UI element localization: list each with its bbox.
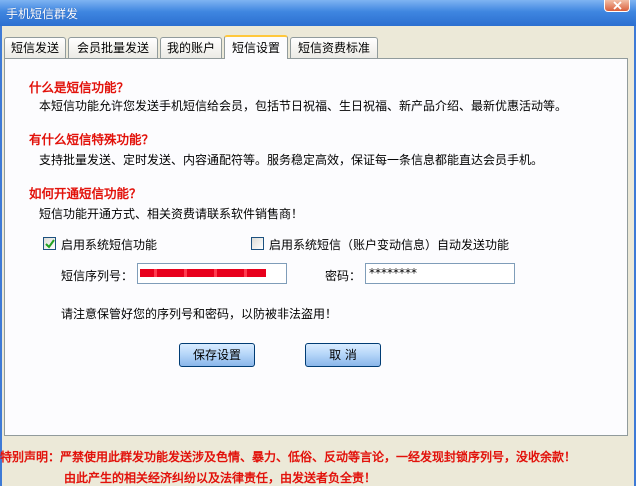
section-text-features: 支持批量发送、定时发送、内容通配符等。服务稳定高效，保证每一条信息都能直达会员手… — [39, 153, 544, 167]
serial-input[interactable] — [137, 263, 287, 284]
section-heading-features: 有什么短信特殊功能？ — [29, 132, 155, 147]
password-input[interactable]: ******** — [365, 263, 515, 284]
enable-sms-checkbox[interactable] — [43, 237, 56, 250]
section-text-how: 短信功能开通方式、相关资费请联系软件销售商！ — [39, 207, 304, 221]
tab-my-account[interactable]: 我的账户 — [160, 37, 222, 58]
save-settings-button[interactable]: 保存设置 — [179, 343, 255, 367]
close-icon — [613, 1, 622, 10]
tab-member-batch-send[interactable]: 会员批量发送 — [68, 37, 158, 58]
tab-sms-rates[interactable]: 短信资费标准 — [290, 37, 378, 58]
section-heading-how: 如何开通短信功能？ — [29, 186, 142, 201]
close-button[interactable] — [604, 0, 630, 12]
redacted-serial — [140, 269, 266, 277]
settings-panel: 什么是短信功能？ 本短信功能允许您发送手机短信给会员，包括节日祝福、生日祝福、新… — [4, 58, 628, 436]
auto-send-label[interactable]: 启用系统短信（账户变动信息）自动发送功能 — [269, 236, 509, 253]
enable-sms-label[interactable]: 启用系统短信功能 — [61, 236, 157, 253]
tab-sms-send[interactable]: 短信发送 — [4, 37, 66, 58]
title-bar[interactable]: 手机短信群发 — [0, 0, 636, 26]
password-label: 密码： — [325, 269, 362, 283]
section-text-what: 本短信功能允许您发送手机短信给会员，包括节日祝福、生日祝福、新产品介绍、最新优惠… — [39, 99, 568, 113]
serial-label: 短信序列号： — [61, 269, 134, 283]
window-title: 手机短信群发 — [6, 7, 79, 21]
disclaimer-line-1: 特别声明：严禁使用此群发功能发送涉及色情、暴力、低俗、反动等言论，一经发现封锁序… — [0, 450, 577, 464]
disclaimer-line-2: 由此产生的相关经济纠纷以及法律责任，由发送者负全责！ — [64, 471, 377, 485]
section-heading-what: 什么是短信功能？ — [29, 80, 130, 95]
cancel-button[interactable]: 取 消 — [305, 343, 381, 367]
auto-send-checkbox[interactable] — [251, 237, 264, 250]
security-notice: 请注意保管好您的序列号和密码，以防被非法盗用！ — [61, 307, 338, 321]
checkmark-icon — [45, 239, 55, 249]
tab-sms-settings[interactable]: 短信设置 — [224, 35, 288, 59]
